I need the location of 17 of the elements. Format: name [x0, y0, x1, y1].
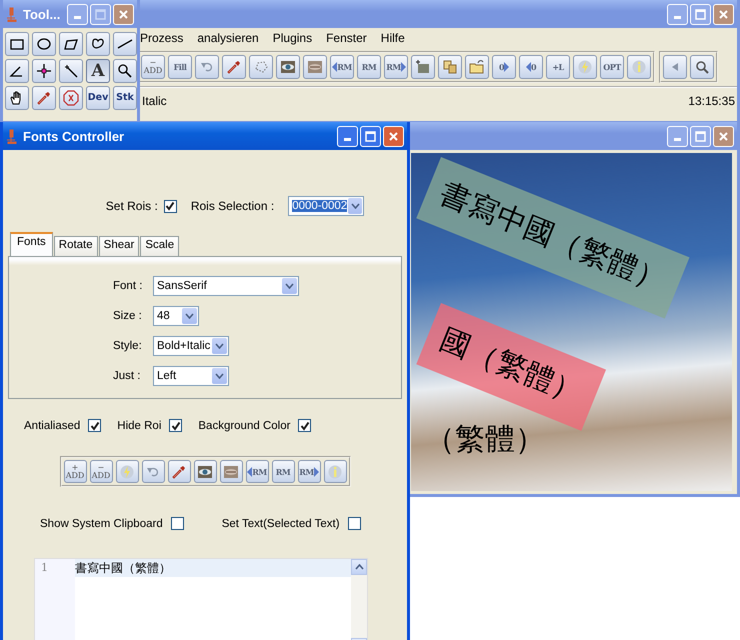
field-label: Just : [113, 370, 142, 382]
window-title: Fonts Controller [23, 128, 124, 144]
field-label: Size : [113, 310, 143, 322]
field-label: Style: [113, 340, 143, 352]
rois-selection-label: Rois Selection : [190, 199, 274, 213]
option-label: Hide Roi [117, 420, 162, 432]
status-text: Italic [142, 94, 167, 108]
option-label: Antialiased [24, 420, 80, 432]
window-title: Tool... [23, 6, 60, 22]
option-label: Set Text(Selected Text) [222, 518, 340, 530]
field-label: Font : [113, 280, 144, 292]
set-rois-label: Set Rois : [106, 199, 158, 213]
option-label: Background Color [198, 420, 290, 432]
editor-line: 書寫中國（繁體） [75, 561, 171, 575]
option-label: Show System Clipboard [40, 518, 163, 530]
clock-text: 13:15:35 [688, 94, 735, 108]
line-number: 1 [41, 561, 48, 574]
